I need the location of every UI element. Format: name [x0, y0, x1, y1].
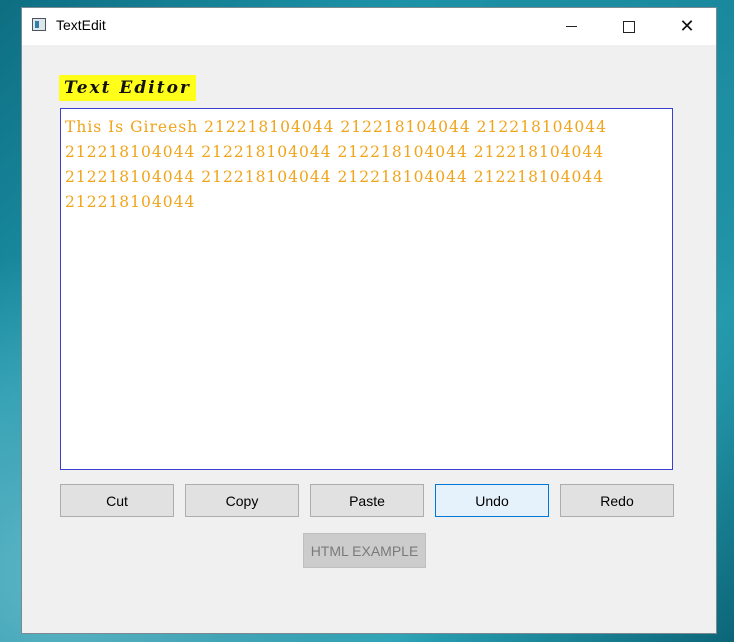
- window-title: TextEdit: [56, 17, 106, 33]
- close-button[interactable]: ✕: [664, 8, 710, 45]
- close-icon: ✕: [679, 15, 695, 37]
- paste-button[interactable]: Paste: [310, 484, 424, 517]
- minimize-button[interactable]: [548, 8, 594, 45]
- title-bar[interactable]: TextEdit ✕: [22, 8, 716, 45]
- redo-button[interactable]: Redo: [560, 484, 674, 517]
- copy-button[interactable]: Copy: [185, 484, 299, 517]
- cut-button[interactable]: Cut: [60, 484, 174, 517]
- app-window-icon: [32, 18, 46, 31]
- html-example-button[interactable]: HTML EXAMPLE: [303, 533, 426, 568]
- editor-content[interactable]: This Is Gireesh 212218104044 21221810404…: [65, 115, 668, 215]
- minimize-icon: [565, 26, 577, 27]
- maximize-button[interactable]: [606, 8, 652, 45]
- text-editor-area[interactable]: This Is Gireesh 212218104044 21221810404…: [60, 108, 673, 470]
- app-window: TextEdit ✕ Text Editor This Is Gireesh 2…: [21, 7, 717, 634]
- maximize-icon: [623, 20, 635, 33]
- undo-button[interactable]: Undo: [435, 484, 549, 517]
- editor-heading: Text Editor: [59, 75, 196, 101]
